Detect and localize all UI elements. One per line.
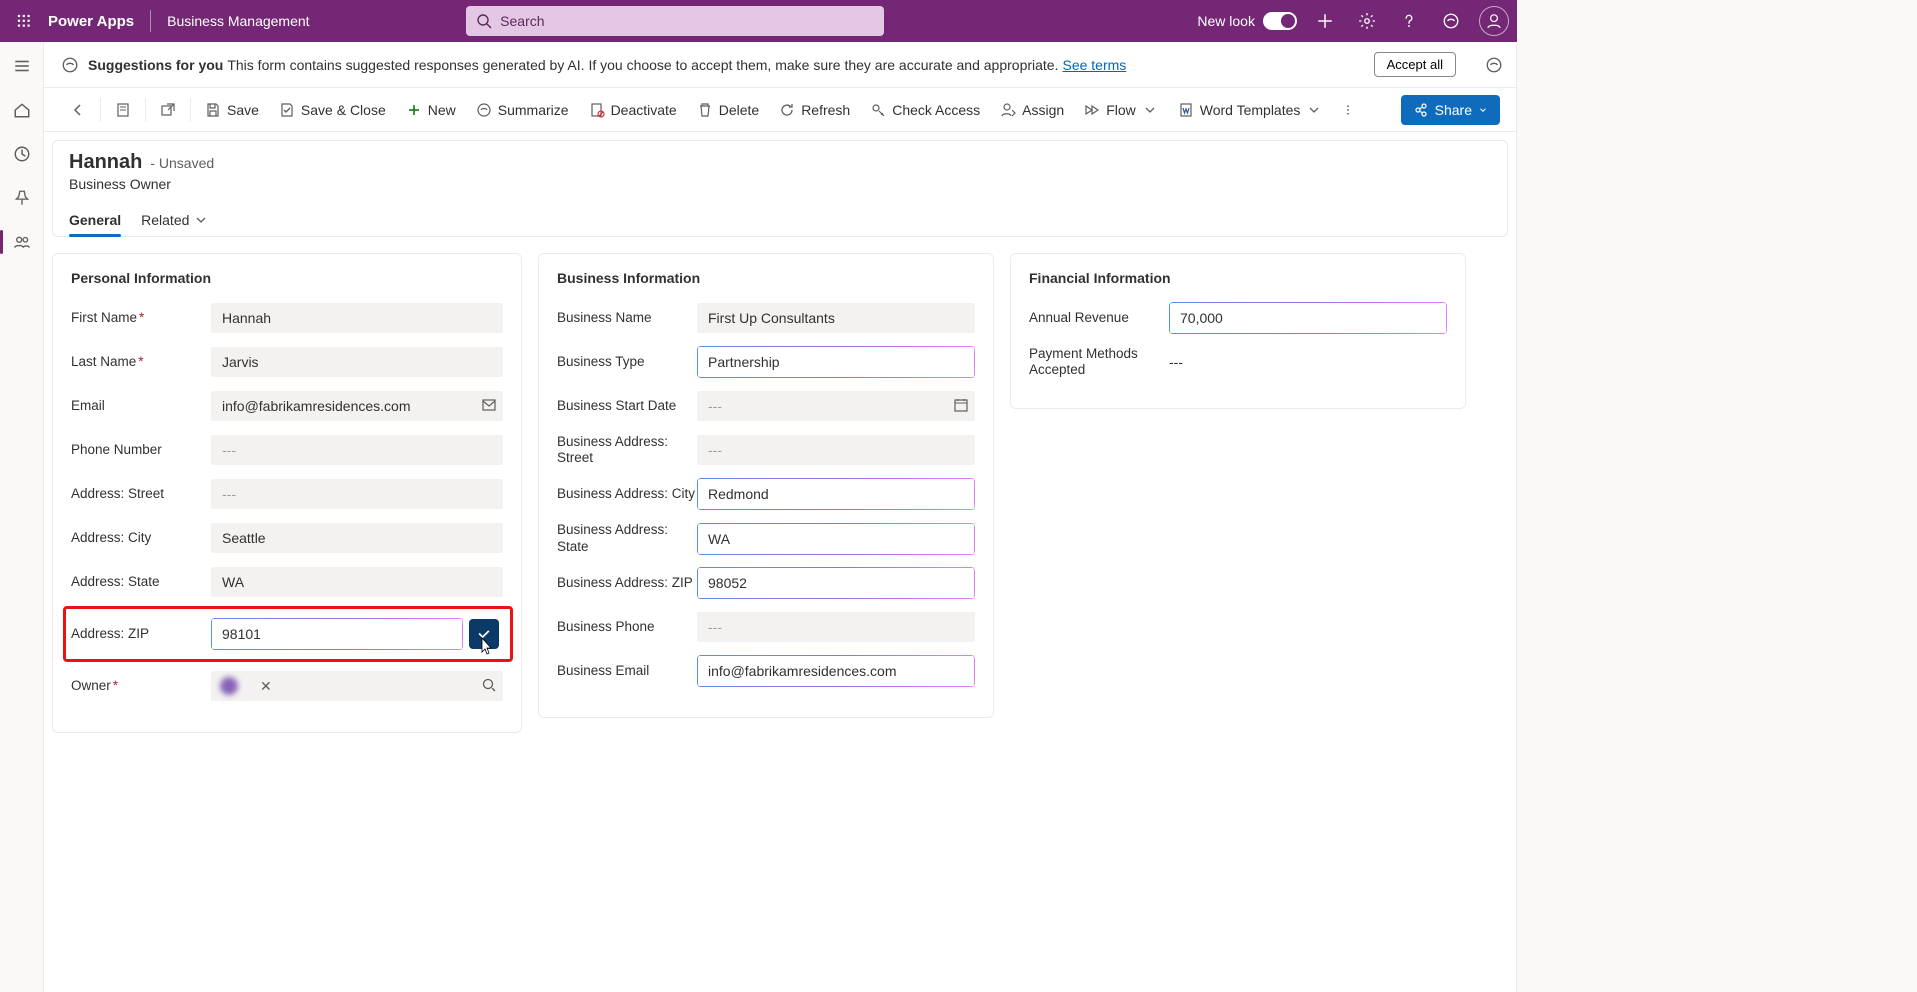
owner-lookup[interactable]: ✕ — [211, 671, 503, 701]
overflow-menu-icon[interactable] — [1332, 88, 1364, 132]
lookup-search-icon[interactable] — [481, 677, 497, 696]
form-selector-icon[interactable] — [105, 88, 141, 132]
business-phone-field[interactable]: --- — [697, 612, 975, 642]
nav-home-icon[interactable] — [6, 94, 38, 126]
brand-label: Power Apps — [48, 13, 134, 30]
copilot-pane-toggle-icon[interactable] — [1472, 42, 1516, 88]
user-avatar[interactable] — [1479, 6, 1509, 36]
form-tabs: General Related — [69, 204, 1491, 236]
save-button[interactable]: Save — [195, 88, 269, 132]
word-templates-button[interactable]: Word Templates — [1168, 88, 1333, 132]
flow-button[interactable]: Flow — [1074, 88, 1168, 132]
clear-owner-icon[interactable]: ✕ — [256, 678, 276, 695]
back-button[interactable] — [60, 88, 96, 132]
cursor-icon — [481, 637, 495, 655]
tab-related[interactable]: Related — [141, 204, 209, 236]
section-financial: Financial Information Annual Revenue 70,… — [1010, 253, 1466, 409]
last-name-field[interactable]: Jarvis — [211, 347, 503, 377]
section-business-title: Business Information — [557, 270, 975, 286]
new-look-label: New look — [1197, 13, 1255, 29]
record-title: Hannah — [69, 151, 142, 174]
add-icon[interactable] — [1311, 7, 1339, 35]
business-email-field[interactable]: info@fabrikamresidences.com — [698, 656, 974, 686]
settings-icon[interactable] — [1353, 7, 1381, 35]
save-close-button[interactable]: Save & Close — [269, 88, 396, 132]
business-address-state-field[interactable]: WA — [698, 524, 974, 554]
business-address-street-field[interactable]: --- — [697, 435, 975, 465]
record-header: Hannah - Unsaved Business Owner General … — [52, 140, 1508, 237]
delete-button[interactable]: Delete — [687, 88, 769, 132]
see-terms-link[interactable]: See terms — [1062, 57, 1126, 73]
business-address-zip-field[interactable]: 98052 — [698, 568, 974, 598]
new-button[interactable]: New — [396, 88, 466, 132]
email-field[interactable]: info@fabrikamresidences.com — [211, 391, 503, 421]
nav-recent-icon[interactable] — [6, 138, 38, 170]
annual-revenue-field[interactable]: 70,000 — [1170, 303, 1446, 333]
suggestions-lead: Suggestions for you — [88, 57, 223, 73]
section-personal: Personal Information First Name* Hannah … — [52, 253, 522, 733]
summarize-button[interactable]: Summarize — [466, 88, 579, 132]
open-new-window-icon[interactable] — [150, 88, 186, 132]
tab-general[interactable]: General — [69, 204, 121, 236]
assign-button[interactable]: Assign — [990, 88, 1074, 132]
payment-methods-field[interactable]: --- — [1169, 354, 1183, 370]
app-launcher-icon[interactable] — [8, 5, 40, 37]
accept-all-button[interactable]: Accept all — [1374, 52, 1456, 77]
section-personal-title: Personal Information — [71, 270, 503, 286]
copilot-icon — [60, 55, 80, 75]
left-nav-rail — [0, 42, 44, 992]
first-name-field[interactable]: Hannah — [211, 303, 503, 333]
business-start-date-field[interactable]: --- — [697, 391, 975, 421]
help-icon[interactable] — [1395, 7, 1423, 35]
deactivate-button[interactable]: Deactivate — [579, 88, 687, 132]
global-search[interactable] — [466, 6, 884, 36]
new-look-toggle[interactable]: New look — [1197, 12, 1297, 30]
business-type-field[interactable]: Partnership — [698, 347, 974, 377]
nav-people-icon[interactable] — [6, 226, 38, 258]
record-subtitle: Business Owner — [69, 176, 1491, 192]
business-address-city-field[interactable]: Redmond — [698, 479, 974, 509]
address-street-field[interactable]: --- — [211, 479, 503, 509]
refresh-button[interactable]: Refresh — [769, 88, 860, 132]
owner-chip[interactable] — [216, 673, 248, 699]
ai-suggestions-bar: Suggestions for you This form contains s… — [44, 42, 1472, 88]
unsaved-indicator: - Unsaved — [150, 155, 214, 171]
address-zip-field[interactable]: 98101 — [212, 619, 462, 649]
workload-label: Business Management — [167, 13, 309, 29]
copilot-header-icon[interactable] — [1437, 7, 1465, 35]
app-bar: Power Apps Business Management New look — [0, 0, 1517, 42]
business-name-field[interactable]: First Up Consultants — [697, 303, 975, 333]
share-button[interactable]: Share — [1401, 95, 1500, 125]
section-financial-title: Financial Information — [1029, 270, 1447, 286]
address-city-field[interactable]: Seattle — [211, 523, 503, 553]
calendar-icon[interactable] — [953, 397, 969, 416]
accept-suggestion-button[interactable] — [469, 619, 499, 649]
nav-pinned-icon[interactable] — [6, 182, 38, 214]
command-bar: Save Save & Close New Summarize Deactiva… — [44, 88, 1516, 132]
phone-field[interactable]: --- — [211, 435, 503, 465]
address-state-field[interactable]: WA — [211, 567, 503, 597]
search-input[interactable] — [500, 13, 874, 29]
check-access-button[interactable]: Check Access — [860, 88, 990, 132]
email-icon — [481, 397, 497, 416]
divider — [150, 10, 151, 32]
section-business: Business Information Business Name First… — [538, 253, 994, 718]
suggestions-body: This form contains suggested responses g… — [227, 57, 1058, 73]
nav-hamburger-icon[interactable] — [6, 50, 38, 82]
toggle-switch[interactable] — [1263, 12, 1297, 30]
